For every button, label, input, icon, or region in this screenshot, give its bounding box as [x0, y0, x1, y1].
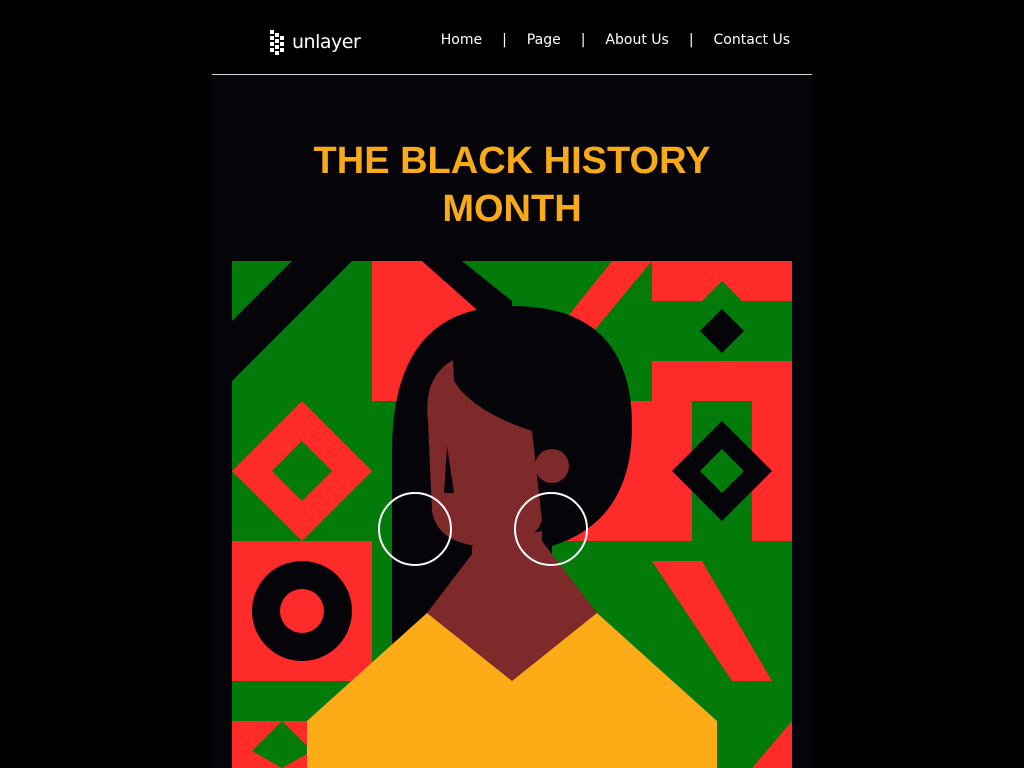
- nav-link-about-us[interactable]: About Us: [605, 32, 668, 48]
- hero-section: THE BLACK HISTORY MONTH: [212, 75, 812, 768]
- hero-illustration: [232, 261, 792, 768]
- nav-separator: |: [502, 32, 507, 48]
- page-title: THE BLACK HISTORY MONTH: [212, 137, 812, 233]
- logo-text: unlayer: [292, 31, 361, 53]
- nav-separator: |: [688, 32, 694, 48]
- woman-portrait-illustration: [232, 261, 792, 768]
- logo[interactable]: unlayer: [270, 27, 361, 57]
- nav-separator: |: [580, 32, 586, 48]
- nav-link-home[interactable]: Home: [441, 32, 482, 48]
- page-title-line-1: THE BLACK HISTORY: [313, 140, 711, 182]
- header: unlayer Home | Page | About Us | Contact…: [212, 0, 812, 75]
- unlayer-logo-icon: [270, 30, 284, 55]
- main-nav: Home | Page | About Us | Contact Us: [441, 30, 790, 50]
- nav-link-contact-us[interactable]: Contact Us: [714, 32, 790, 48]
- nav-link-page[interactable]: Page: [527, 32, 561, 48]
- page-title-line-2: MONTH: [442, 188, 582, 230]
